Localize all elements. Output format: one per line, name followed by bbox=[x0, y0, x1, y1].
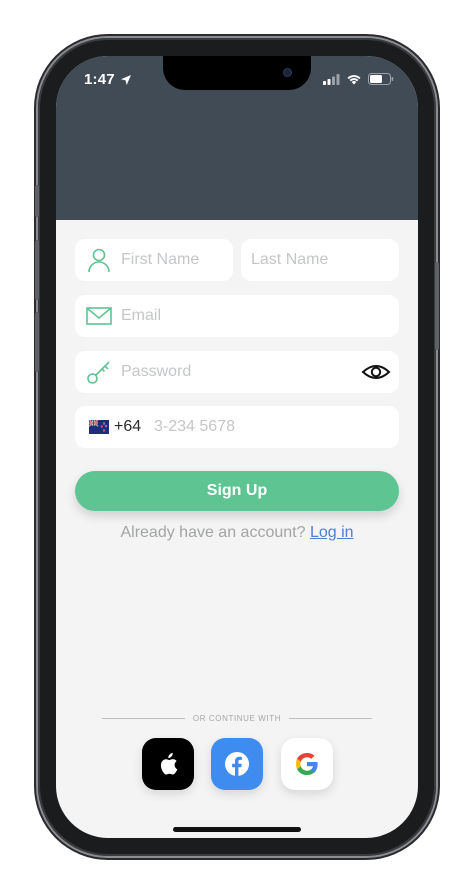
key-icon bbox=[87, 361, 110, 384]
google-sign-in-button[interactable] bbox=[281, 738, 333, 790]
mail-icon bbox=[86, 307, 112, 325]
first-name-field[interactable]: First Name bbox=[75, 239, 233, 281]
location-arrow-icon bbox=[120, 74, 131, 85]
volume-down-button bbox=[35, 312, 39, 372]
divider-line-right bbox=[289, 717, 373, 719]
status-bar-time: 1:47 bbox=[84, 71, 132, 88]
email-field[interactable]: Email bbox=[75, 295, 399, 337]
login-prompt: Already have an account? Log in bbox=[56, 524, 418, 542]
facebook-icon bbox=[225, 752, 249, 776]
eye-icon[interactable] bbox=[361, 359, 391, 385]
new-zealand-flag-icon[interactable] bbox=[89, 420, 109, 434]
divider-text: OR CONTINUE WITH bbox=[192, 713, 282, 723]
home-indicator[interactable] bbox=[173, 827, 301, 832]
sign-up-button[interactable]: Sign Up bbox=[75, 471, 399, 511]
wifi-icon bbox=[347, 75, 361, 85]
status-time-text: 1:47 bbox=[84, 71, 115, 88]
phone-field[interactable]: +64 3-234 5678 bbox=[75, 406, 399, 448]
password-placeholder: Password bbox=[121, 363, 192, 380]
apple-icon bbox=[160, 753, 178, 775]
last-name-field[interactable]: Last Name bbox=[241, 239, 399, 281]
divider-line-left bbox=[102, 717, 185, 719]
front-camera bbox=[283, 68, 292, 77]
password-field[interactable]: Password bbox=[75, 351, 399, 393]
last-name-placeholder: Last Name bbox=[251, 251, 329, 268]
first-name-placeholder: First Name bbox=[121, 251, 200, 268]
google-icon bbox=[296, 753, 318, 775]
cellular-signal-icon bbox=[323, 73, 340, 85]
phone-placeholder: 3-234 5678 bbox=[154, 418, 235, 435]
dial-code[interactable]: +64 bbox=[114, 418, 141, 436]
battery-icon bbox=[368, 73, 394, 85]
phone-screen: 1:47 First Name Last Name Email Password… bbox=[56, 56, 418, 838]
login-prompt-text: Already have an account? bbox=[120, 524, 306, 541]
apple-sign-in-button[interactable] bbox=[142, 738, 194, 790]
log-in-link[interactable]: Log in bbox=[310, 524, 354, 541]
facebook-sign-in-button[interactable] bbox=[211, 738, 263, 790]
volume-up-button bbox=[35, 240, 39, 300]
notch bbox=[163, 56, 311, 90]
silent-switch bbox=[35, 185, 39, 217]
power-button bbox=[435, 262, 439, 350]
email-placeholder: Email bbox=[121, 307, 162, 324]
social-divider: OR CONTINUE WITH bbox=[102, 712, 373, 724]
user-icon bbox=[88, 248, 110, 273]
status-bar-right bbox=[323, 73, 394, 85]
sign-up-label: Sign Up bbox=[206, 482, 268, 499]
